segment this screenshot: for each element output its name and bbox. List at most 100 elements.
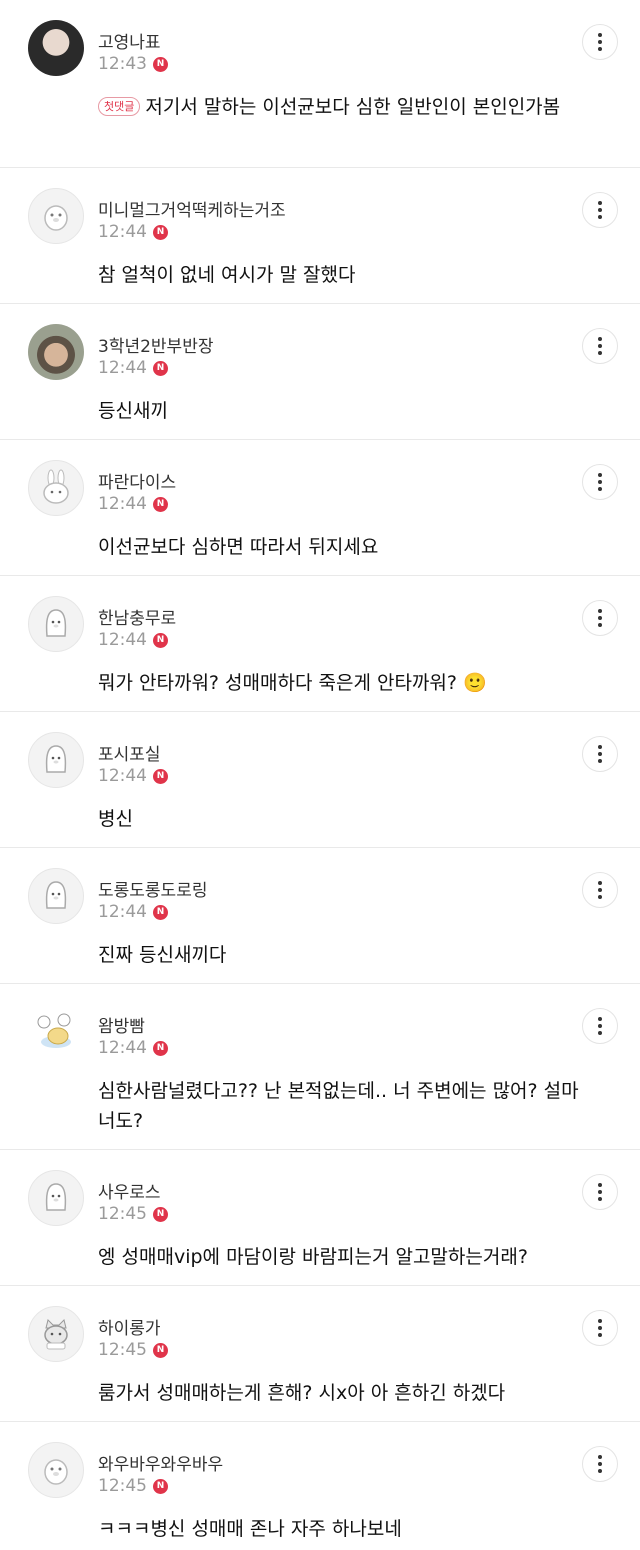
comment-meta: 12:45 N (98, 1340, 168, 1360)
more-options-button[interactable] (582, 24, 618, 60)
avatar[interactable] (28, 1170, 84, 1226)
new-badge: N (153, 904, 168, 920)
comment-item: 왐방빰 12:44 N 심한사람널렸다고?? 난 본적없는데.. 너 주변에는 … (0, 984, 640, 1150)
comment-meta: 12:44 N (98, 902, 168, 922)
avatar[interactable] (28, 1442, 84, 1498)
comment-time: 12:44 (98, 358, 147, 378)
new-badge: N (153, 632, 168, 648)
comment-item: 포시포실 12:44 N 병신 (0, 712, 640, 848)
avatar[interactable] (28, 188, 84, 244)
comment-body: 등신새끼 (98, 400, 168, 422)
vertical-dots-icon (598, 201, 602, 205)
comment-body: 이선균보다 심하면 따라서 뒤지세요 (98, 536, 379, 558)
comment-item: 한남충무로 12:44 N 뭐가 안타까워? 성매매하다 죽은게 안타까워? 🙂 (0, 576, 640, 712)
penguin-icon (45, 881, 67, 909)
comment-nickname[interactable]: 도롱도롱도로링 (98, 876, 207, 901)
comment-item: 파란다이스 12:44 N 이선균보다 심하면 따라서 뒤지세요 (0, 440, 640, 576)
comment-item: 사우로스 12:45 N 엥 성매매vip에 마담이랑 바람피는거 알고말하는거… (0, 1150, 640, 1286)
comment-list: 고영나표 12:43 N 첫댓글 저기서 말하는 이선균보다 심한 일반인이 본인… (0, 0, 640, 1550)
comment-nickname[interactable]: 사우로스 (98, 1178, 161, 1203)
comment-time: 12:44 (98, 902, 147, 922)
more-options-button[interactable] (582, 872, 618, 908)
comment-meta: 12:44 N (98, 630, 168, 650)
comment-nickname[interactable]: 3학년2반부반장 (98, 332, 213, 357)
comment-item: 고영나표 12:43 N 첫댓글 저기서 말하는 이선균보다 심한 일반인이 본인… (0, 0, 640, 168)
avatar[interactable] (28, 1306, 84, 1362)
comment-time: 12:43 (98, 54, 147, 74)
comment-nickname[interactable]: 미니멀그거억떡케하는거조 (98, 196, 286, 221)
more-options-button[interactable] (582, 464, 618, 500)
vertical-dots-icon (598, 1017, 602, 1021)
vertical-dots-icon (598, 881, 602, 885)
comment-item: 하이롱가 12:45 N 룸가서 성매매하는게 흔해? 시x아 아 흔하긴 하겠… (0, 1286, 640, 1422)
comment-time: 12:45 (98, 1204, 147, 1224)
comment-time: 12:44 (98, 1038, 147, 1058)
character-icon (44, 205, 68, 231)
avatar[interactable] (28, 596, 84, 652)
comment-time: 12:45 (98, 1340, 147, 1360)
more-options-button[interactable] (582, 328, 618, 364)
rabbit-icon (43, 469, 69, 504)
avatar[interactable] (28, 732, 84, 788)
new-badge: N (153, 360, 168, 376)
vertical-dots-icon (598, 609, 602, 613)
comment-meta: 12:44 N (98, 766, 168, 786)
new-badge: N (153, 496, 168, 512)
comment-body: 뭐가 안타까워? 성매매하다 죽은게 안타까워? 🙂 (98, 672, 487, 694)
new-badge: N (153, 1040, 168, 1056)
penguin-icon (45, 745, 67, 773)
comment-body: ㅋㅋㅋ병신 성매매 존나 자주 하나보네 (98, 1518, 402, 1540)
comment-nickname[interactable]: 왐방빰 (98, 1012, 145, 1037)
avatar[interactable] (28, 20, 84, 76)
comment-nickname[interactable]: 하이롱가 (98, 1314, 161, 1339)
more-options-button[interactable] (582, 600, 618, 636)
comment-meta: 12:45 N (98, 1204, 168, 1224)
new-badge: N (153, 1206, 168, 1222)
cat-icon (44, 1319, 68, 1350)
comment-meta: 12:45 N (98, 1476, 168, 1496)
comment-time: 12:45 (98, 1476, 147, 1496)
more-options-button[interactable] (582, 1008, 618, 1044)
new-badge: N (153, 1478, 168, 1494)
more-options-button[interactable] (582, 1174, 618, 1210)
comment-time: 12:44 (98, 494, 147, 514)
comment-body: 엥 성매매vip에 마담이랑 바람피는거 알고말하는거래? (98, 1246, 528, 1268)
more-options-button[interactable] (582, 736, 618, 772)
avatar[interactable] (28, 1004, 84, 1060)
vertical-dots-icon (598, 337, 602, 341)
avatar[interactable] (28, 324, 84, 380)
vertical-dots-icon (598, 1455, 602, 1459)
avatar[interactable] (28, 868, 84, 924)
new-badge: N (153, 768, 168, 784)
more-options-button[interactable] (582, 1446, 618, 1482)
comment-body: 진짜 등신새끼다 (98, 944, 227, 966)
first-comment-tag: 첫댓글 (98, 97, 141, 116)
vertical-dots-icon (598, 1319, 602, 1323)
comment-nickname[interactable]: 고영나표 (98, 28, 161, 53)
comment-meta: 12:44 N (98, 358, 168, 378)
penguin-icon (45, 609, 67, 637)
comment-body: 참 얼척이 없네 여시가 말 잘했다 (98, 264, 356, 286)
more-options-button[interactable] (582, 1310, 618, 1346)
avatar[interactable] (28, 460, 84, 516)
vertical-dots-icon (598, 745, 602, 749)
comment-meta: 12:43 N (98, 54, 168, 74)
more-options-button[interactable] (582, 192, 618, 228)
comment-item: 와우바우와우바우 12:45 N ㅋㅋㅋ병신 성매매 존나 자주 하나보네 (0, 1422, 640, 1550)
comment-body: 심한사람널렸다고?? 난 본적없는데.. 너 주변에는 많어? 설마너도? (98, 1080, 579, 1132)
new-badge: N (153, 56, 168, 72)
vertical-dots-icon (598, 473, 602, 477)
comment-meta: 12:44 N (98, 222, 168, 242)
comment-meta: 12:44 N (98, 494, 168, 514)
vertical-dots-icon (598, 1183, 602, 1187)
comment-body: 저기서 말하는 이선균보다 심한 일반인이 본인인가봄 (145, 96, 561, 118)
comment-time: 12:44 (98, 766, 147, 786)
comment-nickname[interactable]: 파란다이스 (98, 468, 176, 493)
comment-nickname[interactable]: 와우바우와우바우 (98, 1450, 223, 1475)
comment-nickname[interactable]: 포시포실 (98, 740, 161, 765)
comment-item: 도롱도롱도로링 12:44 N 진짜 등신새끼다 (0, 848, 640, 984)
comment-nickname[interactable]: 한남충무로 (98, 604, 176, 629)
comment-body: 룸가서 성매매하는게 흔해? 시x아 아 흔하긴 하겠다 (98, 1382, 506, 1404)
character-icon (44, 1459, 68, 1485)
vertical-dots-icon (598, 33, 602, 37)
